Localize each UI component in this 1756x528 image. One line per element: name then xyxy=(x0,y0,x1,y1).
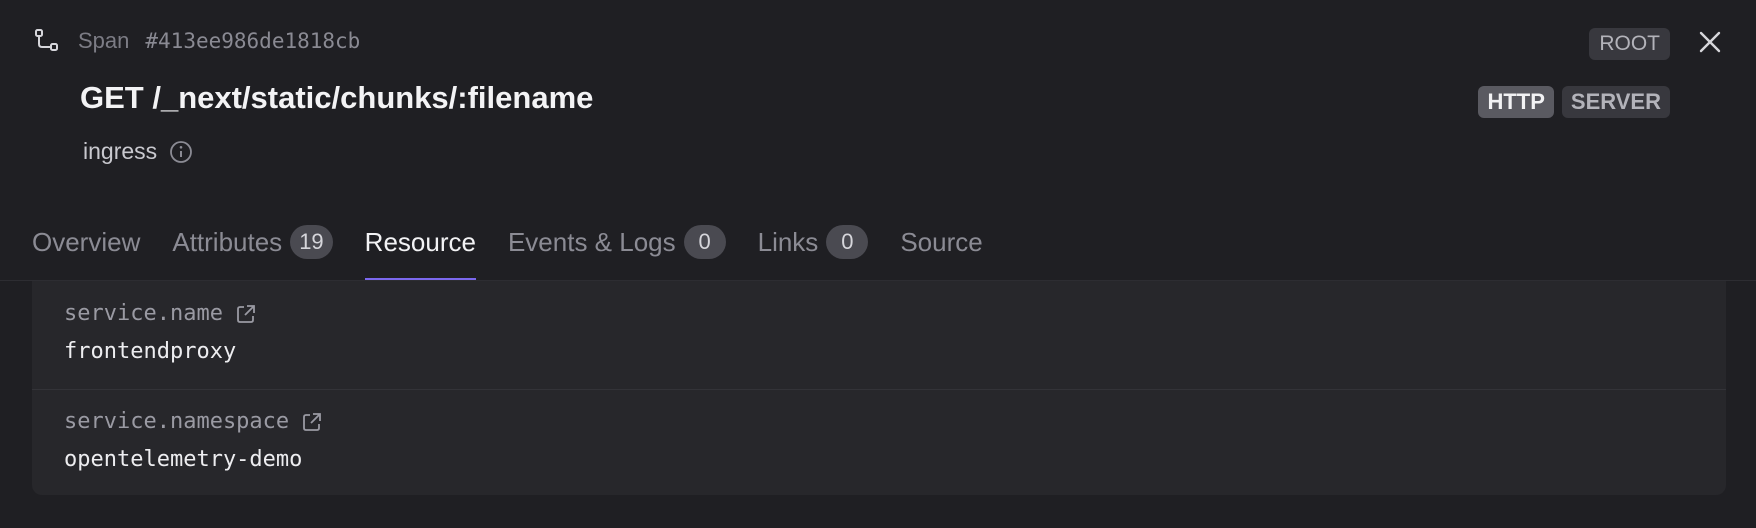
tab-overview[interactable]: Overview xyxy=(32,222,140,262)
tab-events-logs[interactable]: Events & Logs 0 xyxy=(508,222,726,262)
attribute-key-row: service.name xyxy=(64,301,257,326)
tab-attributes[interactable]: Attributes 19 xyxy=(172,222,333,262)
span-id: #413ee986de1818cb xyxy=(145,29,361,53)
attribute-key: service.name xyxy=(64,301,223,326)
tab-label: Overview xyxy=(32,226,141,257)
tab-resource[interactable]: Resource xyxy=(364,222,477,280)
tab-label: Attributes xyxy=(172,226,283,257)
external-link-icon[interactable] xyxy=(235,303,257,325)
list-item: service.name frontendproxy xyxy=(32,281,1726,390)
close-button[interactable] xyxy=(1692,26,1728,62)
span-tags: HTTP SERVER xyxy=(1478,86,1670,118)
tab-label: Resource xyxy=(364,226,476,257)
span-title: GET /_next/static/chunks/:filename xyxy=(80,80,594,115)
service-name: ingress xyxy=(83,138,158,164)
close-icon xyxy=(1698,30,1722,59)
attribute-value: frontendproxy xyxy=(64,339,237,364)
tab-links[interactable]: Links 0 xyxy=(758,222,869,262)
tag-http: HTTP xyxy=(1478,86,1554,118)
tab-count-badge: 0 xyxy=(826,225,869,259)
attribute-key-row: service.namespace xyxy=(64,409,323,434)
tab-source[interactable]: Source xyxy=(900,222,982,262)
root-badge: ROOT xyxy=(1589,28,1670,60)
info-icon[interactable] xyxy=(169,140,193,164)
service-row: ingress xyxy=(83,138,193,165)
span-detail-panel: Span #413ee986de1818cb ROOT GET /_next/s… xyxy=(0,0,1756,528)
resource-attributes-list: service.name frontendproxy service.names… xyxy=(32,281,1726,495)
external-link-icon[interactable] xyxy=(301,411,323,433)
tab-label: Links xyxy=(757,226,819,257)
attribute-value: opentelemetry-demo xyxy=(64,447,303,472)
tab-count-badge: 0 xyxy=(683,225,726,259)
tab-label: Events & Logs xyxy=(507,226,676,257)
tab-label: Source xyxy=(900,226,983,257)
tab-count-badge: 19 xyxy=(290,225,333,259)
span-header: Span #413ee986de1818cb ROOT GET /_next/s… xyxy=(0,0,1756,280)
list-item: service.namespace opentelemetry-demo xyxy=(32,389,1726,497)
tag-server: SERVER xyxy=(1561,86,1670,118)
attribute-key: service.namespace xyxy=(64,409,290,434)
span-kind-label: Span xyxy=(78,28,130,53)
span-identifier-row: Span #413ee986de1818cb xyxy=(34,28,360,54)
span-tree-icon xyxy=(34,28,60,54)
span-tabs: Overview Attributes 19 Resource Events &… xyxy=(32,222,1015,280)
